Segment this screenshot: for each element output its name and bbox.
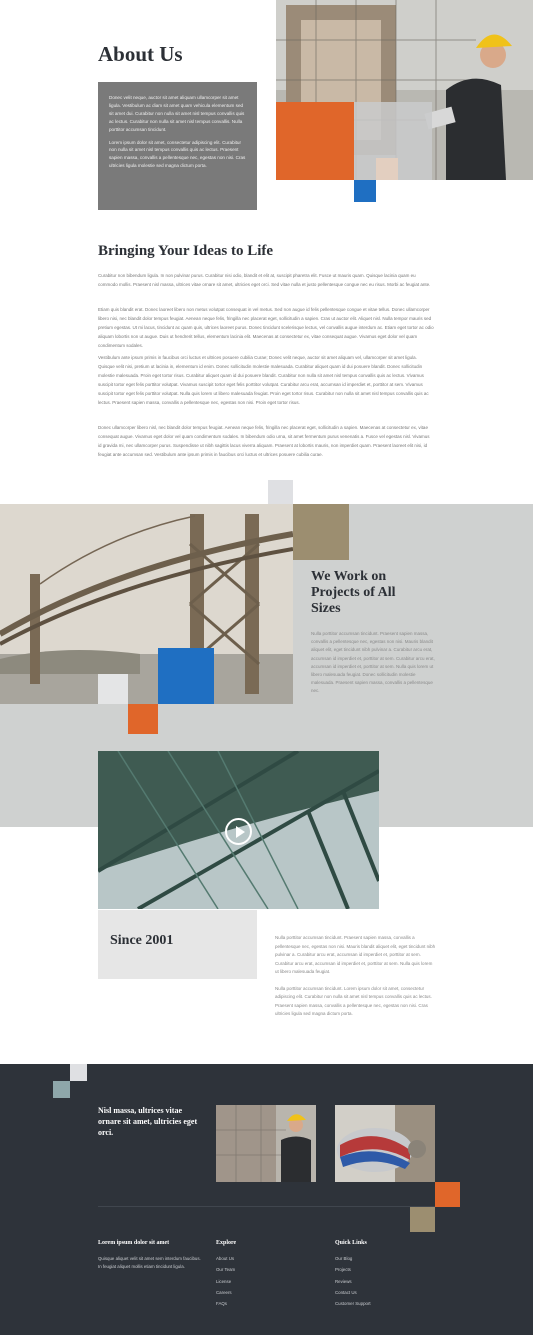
footer-headline: Nisl massa, ultrices vitae ornare sit am… [98,1106,198,1137]
work-paragraph: Nulla porttitor accumsan tincidunt. Prae… [311,631,435,694]
play-icon[interactable] [225,818,252,845]
bringing-title: Bringing Your Ideas to Life [98,243,274,259]
about-paragraph-2: Lorem ipsum dolor sit amet, consectetur … [109,139,246,169]
decor-footer-taupe-square [410,1207,435,1232]
footer-divider [98,1206,435,1207]
footer-link-our-blog[interactable]: Our Blog [335,1253,371,1264]
footer-link-faqs[interactable]: FAQs [216,1298,235,1309]
footer-link-contact-us[interactable]: Contact Us [335,1287,371,1298]
decor-beige-square [376,158,398,180]
decor-footer-orange-square [435,1182,460,1207]
footer-link-our-team[interactable]: Our Team [216,1264,235,1275]
footer-col1-text: Quisque aliquet velit sit amet sem inter… [98,1256,201,1269]
footer-quick-links-title: Quick Links [335,1240,367,1246]
decor-white-square [98,674,128,704]
since-paragraph-1: Nulla porttitor accumsan tincidunt. Prae… [275,935,436,974]
bringing-paragraph-4: Donec ullamcorper libero nisl, nec bland… [98,425,430,457]
about-title: About Us [98,42,183,66]
footer-explore-title: Explore [216,1240,237,1246]
since-title: Since 2001 [110,933,174,948]
bringing-paragraph-3: Vestibulum ante ipsum primis in faucibus… [98,355,429,405]
decor-blue-square [354,180,376,202]
bringing-paragraph-2: Etiam quis blandit erat. Donec laoreet l… [98,307,434,348]
since-paragraph-2: Nulla porttitor accumsan tincidunt. Lore… [275,985,432,1017]
decor-blue-square-large [158,648,214,704]
footer-link-about-us[interactable]: About Us [216,1253,235,1264]
footer-link-projects[interactable]: Projects [335,1264,371,1275]
footer-thumb-mixer[interactable] [335,1105,435,1182]
footer-explore-links: About Us Our Team License Careers FAQs [216,1253,235,1309]
decor-orange-square [276,102,354,180]
footer-col1-title: Lorem ipsum dolor sit amet [98,1240,170,1246]
footer-link-customer-support[interactable]: Customer Support [335,1298,371,1309]
footer-link-reviews[interactable]: Reviews [335,1276,371,1287]
bringing-paragraph-1: Curabitur non bibendum ligula. In non pu… [98,273,431,287]
about-paragraph-1: Donec velit neque, auctor sit amet aliqu… [109,95,245,132]
bridge-image [0,504,293,704]
decor-light-square [268,480,293,504]
video-player[interactable] [98,751,379,909]
decor-footer-teal-square [53,1081,70,1098]
footer-link-license[interactable]: License [216,1276,235,1287]
work-title: We Work on Projects of All Sizes [311,569,396,616]
decor-taupe-square [293,504,349,560]
footer-link-careers[interactable]: Careers [216,1287,235,1298]
footer-quick-links: Our Blog Projects Reviews Contact Us Cus… [335,1253,371,1309]
footer-thumb-worker[interactable] [216,1105,316,1182]
since-text: Nulla porttitor accumsan tincidunt. Prae… [275,934,436,1019]
decor-footer-light-square [70,1064,87,1081]
about-summary-box: Donec velit neque, auctor sit amet aliqu… [98,82,257,210]
decor-orange-small-square [128,704,158,734]
